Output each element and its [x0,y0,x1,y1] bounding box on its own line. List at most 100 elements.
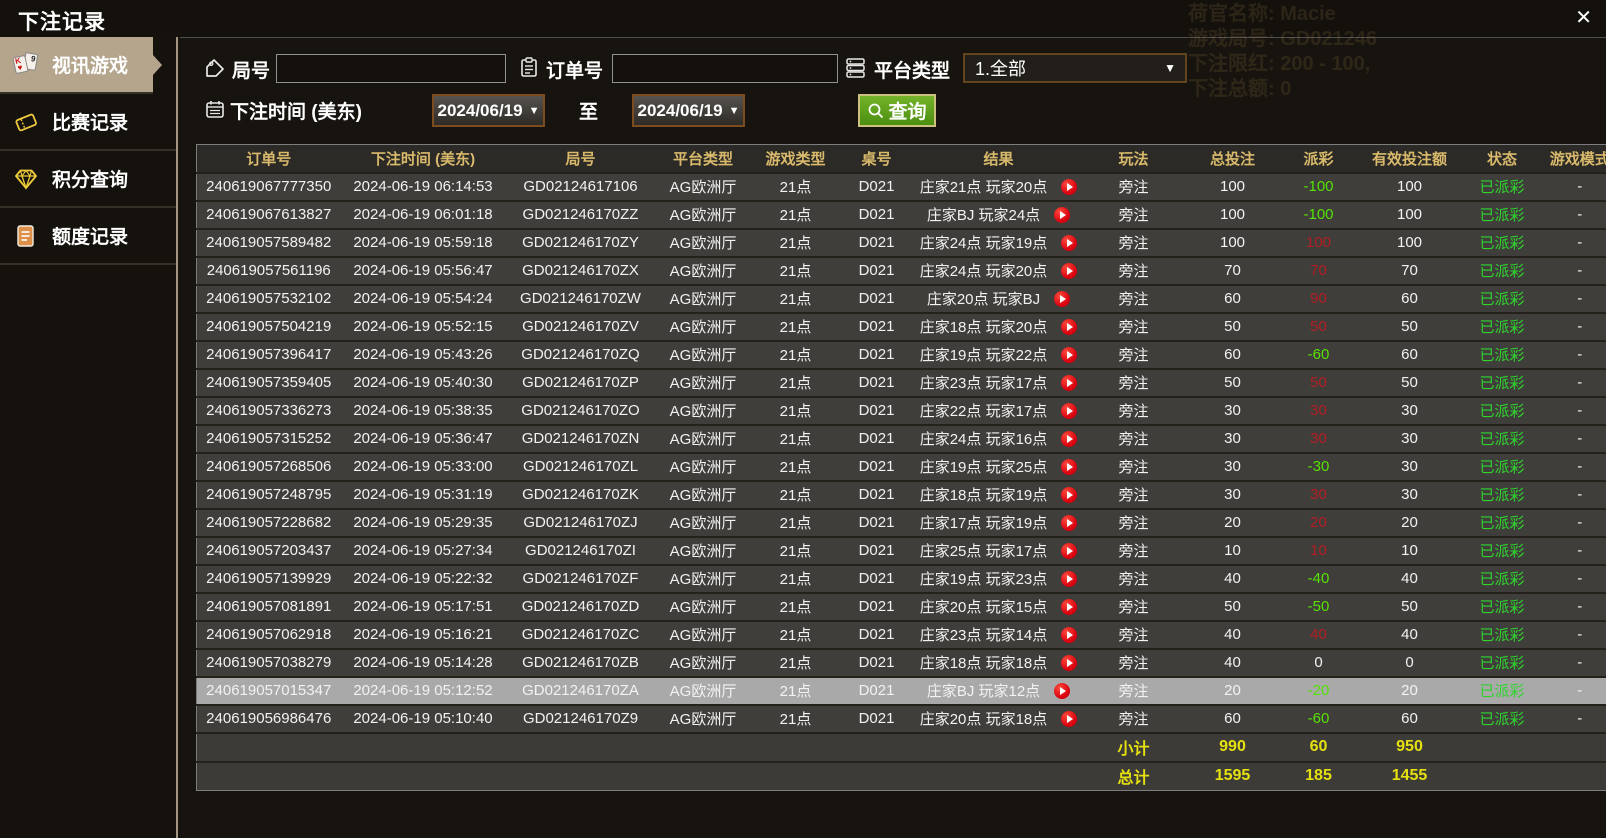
play-method-cell: 旁注 [1085,649,1183,677]
close-icon[interactable]: ✕ [1575,8,1592,28]
result-cell: 庄家21点 玩家20点 [913,173,1085,201]
payout-cell: -40 [1283,565,1355,593]
table-row[interactable]: 240619057396417 2024-06-19 05:43:26 GD02… [197,341,1606,369]
play-video-icon[interactable] [1061,487,1077,503]
date-from-select[interactable]: 2024/06/19 ▼ [432,94,545,127]
play-method-cell: 旁注 [1085,397,1183,425]
column-header: 有效投注额 [1355,145,1465,173]
table-row[interactable]: 240619057248795 2024-06-19 05:31:19 GD02… [197,481,1606,509]
platform-cell: AG欧洲厅 [656,677,751,705]
play-video-icon[interactable] [1054,207,1070,223]
table-row[interactable]: 240619057561196 2024-06-19 05:56:47 GD02… [197,257,1606,285]
bet-time-cell: 2024-06-19 05:40:30 [341,369,506,397]
status-cell: 已派彩 [1465,593,1540,621]
tag-icon [204,57,226,79]
table-row[interactable]: 240619057038279 2024-06-19 05:14:28 GD02… [197,649,1606,677]
game-type-cell: 21点 [751,453,841,481]
document-icon [13,223,41,249]
play-video-icon[interactable] [1061,319,1077,335]
card-back-rank: 9 [30,55,36,64]
play-video-icon[interactable] [1061,375,1077,391]
table-row[interactable]: 240619067777350 2024-06-19 06:14:53 GD02… [197,173,1606,201]
table-row[interactable]: 240619057359405 2024-06-19 05:40:30 GD02… [197,369,1606,397]
query-button[interactable]: 查询 [858,94,936,127]
table-row[interactable]: 240619057589482 2024-06-19 05:59:18 GD02… [197,229,1606,257]
bet-time-cell: 2024-06-19 05:16:21 [341,621,506,649]
order-number-cell: 240619057038279 [197,649,341,677]
order-number-cell: 240619067613827 [197,201,341,229]
table-number-cell: D021 [841,593,913,621]
chevron-down-icon: ▼ [729,105,740,117]
result-cell: 庄家20点 玩家BJ [913,285,1085,313]
game-type-cell: 21点 [751,369,841,397]
play-method-cell: 旁注 [1085,593,1183,621]
valid-bet-cell: 70 [1355,257,1465,285]
game-mode-cell: - [1540,425,1606,453]
payout-cell: 50 [1283,313,1355,341]
play-video-icon[interactable] [1061,263,1077,279]
order-number-cell: 240619057315252 [197,425,341,453]
table-row[interactable]: 240619057139929 2024-06-19 05:22:32 GD02… [197,565,1606,593]
bet-time-cell: 2024-06-19 05:12:52 [341,677,506,705]
status-cell: 已派彩 [1465,201,1540,229]
table-row[interactable]: 240619057228682 2024-06-19 05:29:35 GD02… [197,509,1606,537]
sidebar-item-quota-records[interactable]: 额度记录 [0,208,176,265]
play-video-icon[interactable] [1061,599,1077,615]
platform-server-icon [844,56,866,78]
table-row[interactable]: 240619057532102 2024-06-19 05:54:24 GD02… [197,285,1606,313]
round-number-cell: GD021246170ZL [506,453,656,481]
play-video-icon[interactable] [1061,571,1077,587]
column-header: 桌号 [841,145,913,173]
table-row[interactable]: 240619057062918 2024-06-19 05:16:21 GD02… [197,621,1606,649]
bet-time-label: 下注时间 (美东) [230,97,362,124]
play-video-icon[interactable] [1061,179,1077,195]
round-number-input[interactable] [276,54,506,83]
total-bet-cell: 50 [1183,369,1283,397]
play-video-icon[interactable] [1061,459,1077,475]
card-front-suit: ♥ [17,63,23,72]
table-row[interactable]: 240619057015347 2024-06-19 05:12:52 GD02… [197,677,1606,705]
result-text: 庄家24点 玩家20点 [920,260,1048,281]
order-number-cell: 240619067777350 [197,173,341,201]
table-row[interactable]: 240619057203437 2024-06-19 05:27:34 GD02… [197,537,1606,565]
play-video-icon[interactable] [1061,543,1077,559]
order-number-input[interactable] [612,54,838,83]
sidebar-item-label: 额度记录 [52,222,128,249]
play-video-icon[interactable] [1061,711,1077,727]
game-type-cell: 21点 [751,257,841,285]
result-text: 庄家19点 玩家22点 [920,344,1048,365]
date-to-select[interactable]: 2024/06/19 ▼ [632,94,745,127]
table-number-cell: D021 [841,425,913,453]
table-row[interactable]: 240619057081891 2024-06-19 05:17:51 GD02… [197,593,1606,621]
play-video-icon[interactable] [1061,515,1077,531]
table-row[interactable]: 240619057315252 2024-06-19 05:36:47 GD02… [197,425,1606,453]
sidebar-item-video-games[interactable]: 9 K♥ 视讯游戏 [0,37,153,94]
table-row[interactable]: 240619057268506 2024-06-19 05:33:00 GD02… [197,453,1606,481]
play-video-icon[interactable] [1061,431,1077,447]
play-video-icon[interactable] [1054,683,1070,699]
valid-bet-cell: 100 [1355,229,1465,257]
sidebar-item-match-records[interactable]: 比赛记录 [0,94,176,151]
play-video-icon[interactable] [1061,627,1077,643]
sidebar-item-points-query[interactable]: 积分查询 [0,151,176,208]
result-text: 庄家19点 玩家23点 [920,568,1048,589]
table-row[interactable]: 240619067613827 2024-06-19 06:01:18 GD02… [197,201,1606,229]
table-row[interactable]: 240619057504219 2024-06-19 05:52:15 GD02… [197,313,1606,341]
play-video-icon[interactable] [1061,347,1077,363]
order-number-cell: 240619057015347 [197,677,341,705]
play-video-icon[interactable] [1061,403,1077,419]
valid-bet-cell: 50 [1355,313,1465,341]
play-video-icon[interactable] [1054,291,1070,307]
game-mode-cell: - [1540,173,1606,201]
play-video-icon[interactable] [1061,235,1077,251]
table-row[interactable]: 240619056986476 2024-06-19 05:10:40 GD02… [197,705,1606,733]
table-row[interactable]: 240619057336273 2024-06-19 05:38:35 GD02… [197,397,1606,425]
game-type-cell: 21点 [751,565,841,593]
result-cell: 庄家19点 玩家23点 [913,565,1085,593]
chevron-down-icon: ▼ [1164,61,1176,75]
platform-type-select[interactable]: 1.全部 ▼ [963,53,1187,83]
game-mode-cell: - [1540,341,1606,369]
date-to-value: 2024/06/19 [638,101,723,121]
result-cell: 庄家25点 玩家17点 [913,537,1085,565]
play-video-icon[interactable] [1061,655,1077,671]
